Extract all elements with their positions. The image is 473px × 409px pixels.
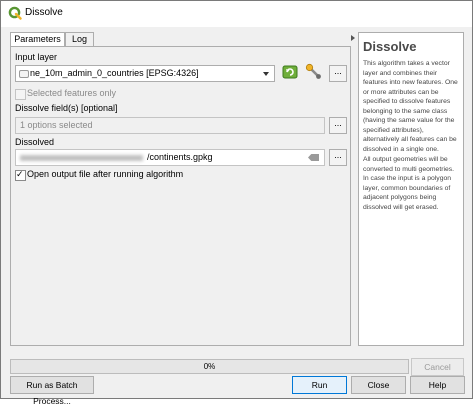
clear-field-icon[interactable] xyxy=(308,154,319,161)
open-output-checkbox[interactable] xyxy=(15,169,26,181)
open-output-label: Open output file after running algorithm xyxy=(27,169,184,179)
batch-process-button[interactable]: Run as Batch Process... xyxy=(10,376,94,406)
dissolve-fields-label: Dissolve field(s) [optional] xyxy=(15,103,118,113)
title-bar: Dissolve xyxy=(1,1,472,27)
tab-log[interactable]: Log xyxy=(65,32,94,47)
dissolved-label: Dissolved xyxy=(15,137,55,147)
help-button[interactable]: Help xyxy=(410,376,465,394)
dissolve-fields-input: 1 options selected xyxy=(15,117,325,134)
selected-features-checkbox xyxy=(15,89,26,100)
dissolved-output-input[interactable]: /continents.gpkg xyxy=(15,149,325,166)
help-paragraph: All output geometries will be converted … xyxy=(363,156,455,211)
dissolved-output-value: /continents.gpkg xyxy=(147,152,213,162)
dissolve-dialog: Dissolve Parameters Log Input layer ne_1… xyxy=(0,0,473,406)
help-panel: Dissolve This algorithm takes a vector l… xyxy=(358,32,464,346)
iterate-icon[interactable] xyxy=(281,63,299,81)
dissolve-fields-value: 1 options selected xyxy=(20,120,93,130)
window-title: Dissolve xyxy=(25,7,63,18)
help-paragraph: This algorithm takes a vector layer and … xyxy=(363,60,458,153)
run-button[interactable]: Run xyxy=(292,376,347,394)
input-layer-label: Input layer xyxy=(15,52,58,62)
close-button[interactable]: Close xyxy=(351,376,406,394)
qgis-logo-icon xyxy=(8,6,22,20)
wrench-icon[interactable] xyxy=(305,63,323,81)
input-layer-browse-button[interactable]: ... xyxy=(329,65,347,82)
dissolved-browse-button[interactable]: ... xyxy=(329,149,347,166)
help-heading: Dissolve xyxy=(363,39,417,54)
selected-features-label: Selected features only xyxy=(27,88,117,98)
dissolve-fields-browse-button[interactable]: ... xyxy=(329,117,347,134)
input-layer-value: ne_10m_admin_0_countries [EPSG:4326] xyxy=(30,68,199,78)
layer-icon xyxy=(19,70,29,78)
collapse-help-arrow-icon[interactable] xyxy=(351,35,355,41)
input-layer-combo[interactable]: ne_10m_admin_0_countries [EPSG:4326] xyxy=(15,65,275,82)
progress-bar: 0% xyxy=(10,359,409,374)
parameters-panel: Input layer ne_10m_admin_0_countries [EP… xyxy=(10,46,351,346)
blurred-path xyxy=(20,155,143,161)
cancel-button: Cancel xyxy=(411,358,464,376)
chevron-down-icon xyxy=(263,72,269,76)
